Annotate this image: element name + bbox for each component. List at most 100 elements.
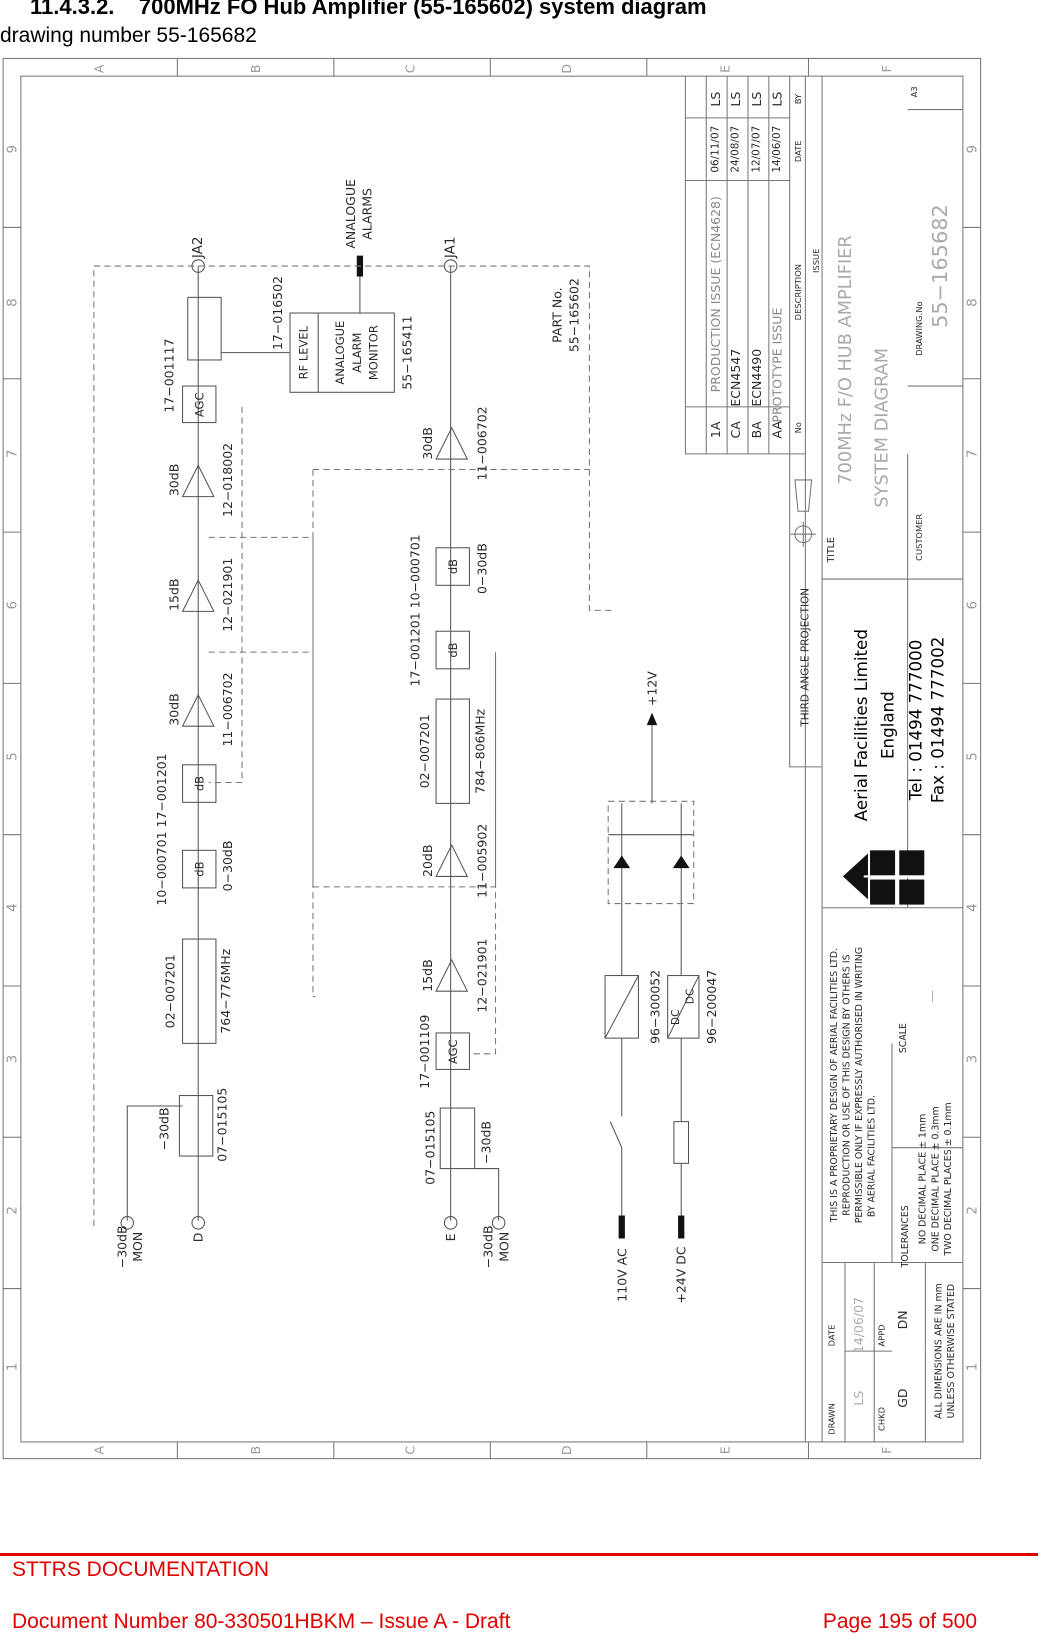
drawing-label-mon-a: MON — [130, 1232, 145, 1262]
drawing-label-l-cpl-pn: 07−015105 — [422, 1111, 437, 1185]
drawing-label-u-filt-pn: 02−007201 — [163, 954, 178, 1028]
drawing-label-title2: SYSTEM DIAGRAM — [873, 348, 893, 508]
drawing-label-chkd: GD — [895, 1388, 910, 1407]
drawing-label-part2: 55−165602 — [566, 278, 581, 352]
drawing-label-rows-2: 3 — [964, 1055, 980, 1064]
drawing-label-projection: THIRD ANGLE PROJECTION — [799, 588, 811, 728]
drawing-label-cols-5: F — [879, 1447, 894, 1454]
drawing-label-drawn-lbl: DRAWN — [826, 1403, 836, 1435]
drawing-label-l-att-r: 0−30dB — [474, 543, 489, 594]
drawing-label-l-a2-g: 20dB — [420, 845, 435, 877]
drawing-label-country: England — [878, 691, 897, 759]
drawing-label-l-filt-pn: 02−007201 — [417, 714, 432, 788]
drawing-label-revisions-1-no: CA — [728, 421, 743, 439]
drawing-label-mon-db-a: −30dB — [115, 1225, 130, 1268]
drawing-label-rows-6: 7 — [5, 450, 21, 459]
drawing-label-cols-2: C — [402, 64, 417, 73]
drawing-label-mon-db-b: −30dB — [481, 1225, 496, 1268]
drawing-label-tol2: ONE DECIMAL PLACE ± 0.3mm — [930, 1106, 941, 1251]
drawing-label-drawing-no-lbl: DRAWING.No — [914, 301, 924, 355]
drawing-label-rows-7: 8 — [964, 298, 980, 307]
drawing-label-revisions-3-desc: PROTOTYPE ISSUE — [770, 308, 785, 423]
drawing-label-mon-b: MON — [496, 1232, 511, 1262]
drawing-label-rows-3: 4 — [964, 903, 980, 912]
drawing-label-revisions-2-by: LS — [749, 92, 764, 107]
drawing-label-cols-1: B — [248, 65, 263, 74]
drawing-label-dims2: UNLESS OTHERWISE STATED — [946, 1284, 957, 1419]
drawing-label-rows-1: 2 — [964, 1206, 980, 1215]
drawing-label-tol-lbl: TOLERANCES — [900, 1205, 911, 1268]
drawing-label-rows-7: 8 — [5, 298, 21, 307]
drawing-label-mon1: ANALOGUE — [333, 321, 347, 385]
drawing-label-revisions-0-no: 1A — [708, 421, 723, 438]
drawing-label-u-cpl-pn: 07−015105 — [215, 1088, 230, 1162]
drawing-label-revisions-3-by: LS — [770, 92, 785, 107]
drawing-label-scale: — — [924, 990, 939, 1003]
drawing-label-rows-1: 2 — [5, 1206, 21, 1215]
drawing-label-title-lbl: TITLE — [826, 537, 837, 563]
footer-rule — [0, 1553, 1038, 1556]
drawing-label-e: E — [443, 1233, 458, 1241]
drawing-label-l-filt-f: 784−806MHz — [472, 708, 487, 793]
drawing-label-scale-lbl: SCALE — [898, 1023, 909, 1053]
drawing-label-cols-0: A — [92, 64, 107, 73]
drawing-label-psu2-pn: 96−200047 — [704, 970, 719, 1044]
drawing-label-l-cpl-db: −30dB — [479, 1121, 494, 1164]
drawing-label-u-a1-g: 30dB — [167, 693, 182, 725]
drawing-label-mon2: ALARM — [350, 333, 364, 373]
drawing-label-cols-3: D — [559, 64, 574, 74]
drawing-label-rows-4: 5 — [5, 752, 21, 761]
drawing-label-ac-in: 110V AC — [614, 1248, 629, 1302]
drawing-label-l-a1-g: 30dB — [420, 427, 435, 459]
drawing-label-dc-in: +24V DC — [674, 1246, 689, 1304]
drawing-label-d: D — [191, 1233, 206, 1243]
drawing-label-prop1: THIS IS A PROPRIETARY DESIGN OF AERIAL F… — [829, 948, 840, 1223]
drawing-label-u-a3-pn: 12−018002 — [220, 443, 235, 517]
drawing-label-drawing-no: 55−165682 — [928, 204, 952, 328]
drawing-label-u-a2-pn: 12−021901 — [220, 558, 235, 632]
drawing-label-l-a3-g: 15dB — [420, 959, 435, 991]
drawing-label-prop2: REPRODUCTION OR USE OF THIS DESIGN BY OT… — [842, 954, 853, 1215]
drawing-label-l-db1: dB — [446, 642, 460, 657]
drawing-label-rows-5: 6 — [964, 601, 980, 610]
drawing-label-cols-1: B — [248, 1446, 263, 1455]
drawing-label-revisions-1-desc: ECN4547 — [728, 349, 743, 407]
drawing-label-tel: Tel : 01494 777000 — [906, 640, 925, 802]
footer-org: STTRS DOCUMENTATION — [12, 1558, 270, 1581]
drawing-label-l-a1-pn: 11−006702 — [474, 406, 489, 480]
drawing-label-alarms1: ANALOGUE — [343, 179, 358, 249]
drawing-label-u-cpl-db: −30dB — [156, 1107, 171, 1150]
drawing-label-u-att-r: 0−30dB — [220, 841, 235, 892]
drawing-label-rows-6: 7 — [964, 450, 980, 459]
drawing-label-appd-lbl: APPD — [877, 1324, 887, 1346]
drawing-label-part1: PART No. — [550, 287, 565, 342]
drawing-label-revisions-3-no: AA — [770, 421, 785, 439]
drawing-label-cols-4: E — [718, 1446, 733, 1454]
drawing-label-date: 14/06/07 — [851, 1297, 866, 1353]
drawing-label-revisions-1-by: LS — [728, 92, 743, 107]
drawing-label-revisions-3-date: 14/06/07 — [771, 126, 783, 173]
drawing-label-drawn: LS — [851, 1391, 866, 1406]
drawing-label-tol3: TWO DECIMAL PLACES ± 0.1mm — [943, 1102, 954, 1256]
drawing-label-dc2: DC — [685, 989, 697, 1004]
drawing-label-alarms2: ALARMS — [360, 188, 375, 240]
drawing-label-u-cpl2-pn: 17−016502 — [270, 276, 285, 350]
drawing-label-u-agc-pn: 17−001117 — [162, 339, 177, 413]
footer-document-number: Document Number 80-330501HBKM – Issue A … — [12, 1610, 511, 1633]
drawing-label-u-a2-g: 15dB — [167, 579, 182, 611]
drawing-label-prop3: PERMISSIBLE ONLY IF EXPRESSLY AUTHORISED… — [854, 947, 865, 1223]
drawing-label-ja1: JA1 — [443, 236, 459, 259]
footer-page-number: Page 195 of 500 — [822, 1610, 977, 1633]
drawing-label-rev-hdr-by: BY — [793, 93, 803, 104]
drawing-label-revisions-2-no: BA — [749, 421, 764, 439]
drawing-label-plus12: +12V — [645, 671, 660, 706]
drawing-label-title1: 700MHz F/O HUB AMPLIFIER — [836, 235, 856, 484]
drawing-label-revisions-0-date: 06/11/07 — [710, 126, 722, 173]
drawing-label-u-db2: dB — [192, 776, 206, 791]
drawing-label-psu1-pn: 96−300052 — [648, 970, 663, 1044]
drawing-label-rows-0: 1 — [5, 1362, 21, 1371]
drawing-label-rows-5: 6 — [5, 601, 21, 610]
drawing-label-cols-4: E — [718, 65, 733, 73]
drawing-label-chkd-lbl: CHKD — [877, 1407, 887, 1431]
drawing-label-dims1: ALL DIMENSIONS ARE IN mm — [933, 1283, 944, 1419]
